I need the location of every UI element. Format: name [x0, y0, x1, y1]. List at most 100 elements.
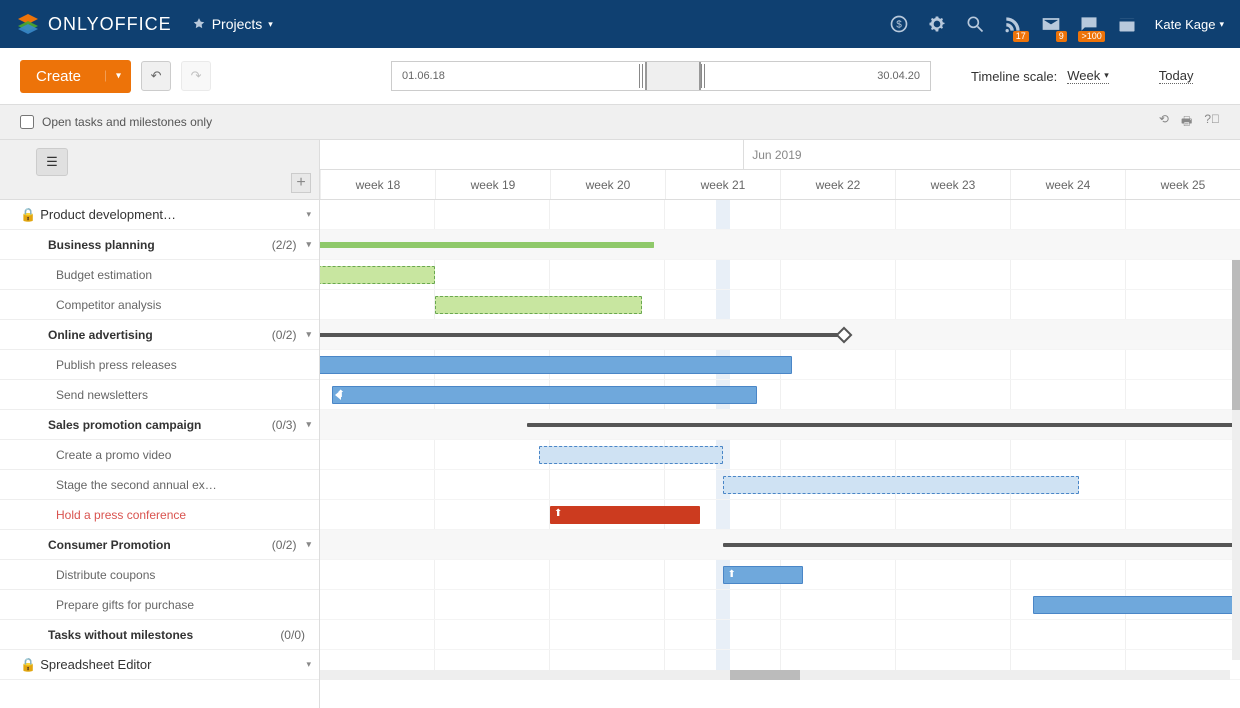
- project-row[interactable]: 🔒 Spreadsheet Editor ▾: [0, 650, 319, 680]
- gantt-bar[interactable]: [1033, 596, 1240, 614]
- milestone-diamond[interactable]: [835, 327, 852, 344]
- feed-icon[interactable]: 17: [1003, 14, 1023, 34]
- milestone-row[interactable]: Consumer Promotion (0/2) ▾: [0, 530, 319, 560]
- timeline-start-date: 01.06.18: [402, 70, 445, 82]
- gantt-bar[interactable]: [320, 333, 838, 337]
- gantt-bar[interactable]: [435, 296, 642, 314]
- help-icon[interactable]: ?⃝: [1204, 112, 1220, 133]
- main-content: ☰ + 🔒 Product development… ▾ Business pl…: [0, 140, 1240, 708]
- gantt-week-header: week 18 week 19 week 20 week 21 week 22 …: [320, 170, 1240, 200]
- sidebar-menu-button[interactable]: ☰: [36, 148, 68, 176]
- gantt-row: [320, 230, 1240, 260]
- sidebar-header: ☰ +: [0, 140, 319, 200]
- milestone-row[interactable]: Sales promotion campaign (0/3) ▾: [0, 410, 319, 440]
- timeline-overview[interactable]: 01.06.18 30.04.20: [391, 61, 931, 91]
- timeline-window-handle[interactable]: [645, 62, 701, 90]
- calendar-icon[interactable]: [1117, 14, 1137, 34]
- gantt-week-cell: week 23: [895, 170, 1010, 199]
- onlyoffice-icon: [16, 12, 40, 36]
- chevron-down-icon[interactable]: ▾: [306, 239, 311, 250]
- task-title: Send newsletters: [56, 388, 148, 402]
- vertical-scrollbar[interactable]: [1232, 260, 1240, 660]
- gantt-month-header: Jun 2019: [320, 140, 1240, 170]
- gantt-week-cell: week 19: [435, 170, 550, 199]
- gantt-bar[interactable]: ⬆: [550, 506, 700, 524]
- gantt-bar[interactable]: [539, 446, 723, 464]
- gantt-bar[interactable]: [320, 266, 435, 284]
- svg-text:$: $: [896, 19, 902, 30]
- gantt-bar[interactable]: [527, 423, 1240, 427]
- gantt-row: ⬆: [320, 380, 1240, 410]
- milestone-count: (0/2): [272, 328, 297, 342]
- task-sidebar: ☰ + 🔒 Product development… ▾ Business pl…: [0, 140, 320, 708]
- task-row[interactable]: Stage the second annual ex…: [0, 470, 319, 500]
- gantt-row: [320, 470, 1240, 500]
- timeline-scale-group: Timeline scale: Week▾: [971, 68, 1109, 84]
- gantt-bar[interactable]: [320, 356, 792, 374]
- milestone-row[interactable]: Business planning (2/2) ▾: [0, 230, 319, 260]
- header-icon-group: $ 17 9 >100 Kate Kage▾: [889, 14, 1224, 34]
- brand-logo[interactable]: ONLYOFFICE: [16, 12, 172, 36]
- open-tasks-label: Open tasks and milestones only: [42, 115, 212, 129]
- search-icon[interactable]: [965, 14, 985, 34]
- user-menu[interactable]: Kate Kage▾: [1155, 17, 1224, 32]
- lock-icon: 🔒: [20, 657, 36, 673]
- mail-icon[interactable]: 9: [1041, 14, 1061, 34]
- chevron-down-icon[interactable]: ▾: [306, 659, 311, 670]
- milestone-title: Business planning: [48, 238, 155, 252]
- task-title: Stage the second annual ex…: [56, 478, 217, 492]
- chevron-down-icon[interactable]: ▾: [306, 329, 311, 340]
- milestone-title: Online advertising: [48, 328, 153, 342]
- gantt-row: [320, 410, 1240, 440]
- gantt-week-cell: week 25: [1125, 170, 1240, 199]
- milestone-count: (2/2): [272, 238, 297, 252]
- today-link[interactable]: Today: [1159, 68, 1194, 84]
- gantt-body[interactable]: ⬆ ⬆ ⬆: [320, 200, 1240, 680]
- gantt-bar[interactable]: [320, 242, 654, 248]
- refresh-icon[interactable]: ⟲: [1159, 112, 1169, 133]
- task-row[interactable]: Distribute coupons: [0, 560, 319, 590]
- horizontal-scrollbar[interactable]: [320, 670, 1230, 680]
- chevron-down-icon[interactable]: ▾: [306, 209, 311, 220]
- gantt-week-cell: week 21: [665, 170, 780, 199]
- gear-icon[interactable]: [927, 14, 947, 34]
- add-project-button[interactable]: +: [291, 173, 311, 193]
- milestone-count: (0/2): [272, 538, 297, 552]
- gantt-bar[interactable]: ⬆: [332, 386, 758, 404]
- task-title: Create a promo video: [56, 448, 171, 462]
- nav-projects-label: Projects: [212, 16, 263, 32]
- chevron-down-icon[interactable]: ▾: [306, 539, 311, 550]
- gantt-week-cell: week 20: [550, 170, 665, 199]
- milestone-row[interactable]: Tasks without milestones (0/0): [0, 620, 319, 650]
- task-title: Prepare gifts for purchase: [56, 598, 194, 612]
- task-row[interactable]: Budget estimation: [0, 260, 319, 290]
- timeline-scale-label: Timeline scale:: [971, 69, 1057, 84]
- gantt-bar[interactable]: [723, 476, 1080, 494]
- milestone-count: (0/3): [272, 418, 297, 432]
- feed-badge: 17: [1013, 31, 1029, 42]
- print-icon[interactable]: 🖶: [1181, 112, 1192, 133]
- redo-button[interactable]: ↷: [181, 61, 211, 91]
- task-row[interactable]: Publish press releases: [0, 350, 319, 380]
- gantt-row: [320, 260, 1240, 290]
- milestone-row[interactable]: Online advertising (0/2) ▾: [0, 320, 319, 350]
- undo-button[interactable]: ↶: [141, 61, 171, 91]
- gantt-bar[interactable]: [723, 543, 1240, 547]
- chat-icon[interactable]: >100: [1079, 14, 1099, 34]
- mail-badge: 9: [1056, 31, 1067, 42]
- task-row[interactable]: Create a promo video: [0, 440, 319, 470]
- task-row[interactable]: Competitor analysis: [0, 290, 319, 320]
- task-row[interactable]: Send newsletters: [0, 380, 319, 410]
- task-row[interactable]: Prepare gifts for purchase: [0, 590, 319, 620]
- gantt-bar[interactable]: ⬆: [723, 566, 804, 584]
- create-button[interactable]: Create: [20, 60, 131, 93]
- task-row[interactable]: Hold a press conference: [0, 500, 319, 530]
- open-tasks-checkbox[interactable]: [20, 115, 34, 129]
- chevron-down-icon[interactable]: ▾: [306, 419, 311, 430]
- gift-icon[interactable]: $: [889, 14, 909, 34]
- project-row[interactable]: 🔒 Product development… ▾: [0, 200, 319, 230]
- timeline-scale-select[interactable]: Week▾: [1067, 68, 1109, 84]
- nav-projects-dropdown[interactable]: Projects ▾: [192, 16, 273, 32]
- milestone-count: (0/0): [280, 628, 305, 642]
- project-title: Spreadsheet Editor: [40, 657, 306, 672]
